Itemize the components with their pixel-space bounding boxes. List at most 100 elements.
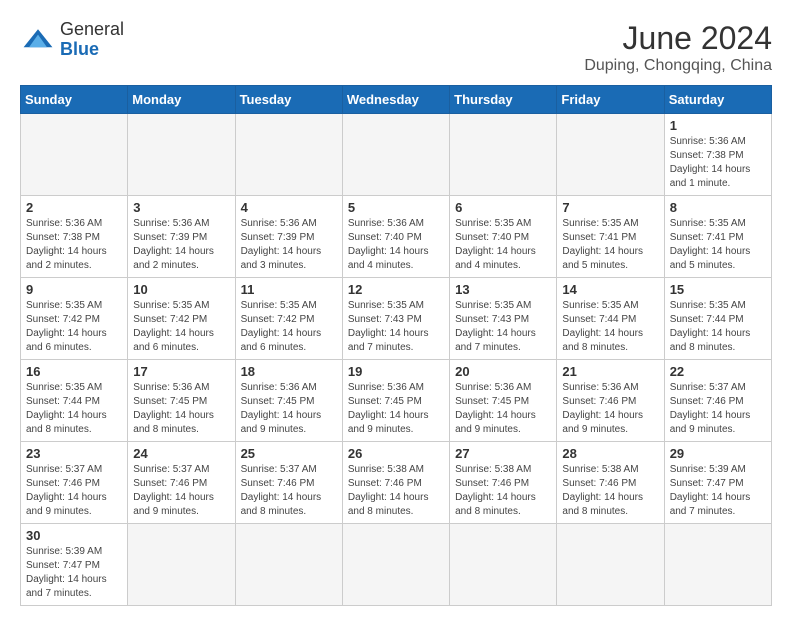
day-info: Sunrise: 5:35 AM Sunset: 7:40 PM Dayligh… bbox=[455, 217, 551, 273]
day-number: 28 bbox=[562, 446, 658, 461]
calendar-cell: 28 Sunrise: 5:38 AM Sunset: 7:46 PM Dayli… bbox=[557, 442, 664, 524]
day-number: 11 bbox=[241, 282, 337, 297]
calendar-cell: 23 Sunrise: 5:37 AM Sunset: 7:46 PM Dayli… bbox=[21, 442, 128, 524]
calendar-cell: 12 Sunrise: 5:35 AM Sunset: 7:43 PM Dayli… bbox=[342, 278, 449, 360]
day-info: Sunrise: 5:35 AM Sunset: 7:44 PM Dayligh… bbox=[670, 299, 766, 355]
day-number: 5 bbox=[348, 200, 444, 215]
logo-general: General bbox=[60, 20, 124, 40]
calendar-cell: 15 Sunrise: 5:35 AM Sunset: 7:44 PM Dayli… bbox=[664, 278, 771, 360]
day-info: Sunrise: 5:36 AM Sunset: 7:45 PM Dayligh… bbox=[241, 381, 337, 437]
day-info: Sunrise: 5:36 AM Sunset: 7:38 PM Dayligh… bbox=[26, 217, 122, 273]
day-info: Sunrise: 5:36 AM Sunset: 7:39 PM Dayligh… bbox=[241, 217, 337, 273]
day-info: Sunrise: 5:35 AM Sunset: 7:42 PM Dayligh… bbox=[133, 299, 229, 355]
calendar-cell: 20Sunrise: 5:36 AM Sunset: 7:45 PM Dayli… bbox=[450, 360, 557, 442]
calendar-cell bbox=[21, 114, 128, 196]
calendar-cell: 26Sunrise: 5:38 AM Sunset: 7:46 PM Dayli… bbox=[342, 442, 449, 524]
weekday-header-tuesday: Tuesday bbox=[235, 86, 342, 114]
day-info: Sunrise: 5:38 AM Sunset: 7:46 PM Dayligh… bbox=[562, 463, 658, 519]
day-info: Sunrise: 5:35 AM Sunset: 7:44 PM Dayligh… bbox=[562, 299, 658, 355]
day-info: Sunrise: 5:35 AM Sunset: 7:43 PM Dayligh… bbox=[348, 299, 444, 355]
calendar-cell bbox=[342, 114, 449, 196]
calendar-cell: 19 Sunrise: 5:36 AM Sunset: 7:45 PM Dayli… bbox=[342, 360, 449, 442]
calendar-row-5: 30Sunrise: 5:39 AM Sunset: 7:47 PM Dayli… bbox=[21, 524, 772, 606]
calendar-cell: 25Sunrise: 5:37 AM Sunset: 7:46 PM Dayli… bbox=[235, 442, 342, 524]
day-info: Sunrise: 5:36 AM Sunset: 7:39 PM Dayligh… bbox=[133, 217, 229, 273]
calendar-cell: 27 Sunrise: 5:38 AM Sunset: 7:46 PM Dayli… bbox=[450, 442, 557, 524]
weekday-header-friday: Friday bbox=[557, 86, 664, 114]
day-info: Sunrise: 5:35 AM Sunset: 7:41 PM Dayligh… bbox=[562, 217, 658, 273]
calendar-cell: 5 Sunrise: 5:36 AM Sunset: 7:40 PM Daylig… bbox=[342, 196, 449, 278]
header: General Blue June 2024 Duping, Chongqing… bbox=[20, 20, 772, 75]
day-number: 8 bbox=[670, 200, 766, 215]
day-number: 10 bbox=[133, 282, 229, 297]
day-number: 7 bbox=[562, 200, 658, 215]
calendar-row-4: 23 Sunrise: 5:37 AM Sunset: 7:46 PM Dayli… bbox=[21, 442, 772, 524]
weekday-header-wednesday: Wednesday bbox=[342, 86, 449, 114]
day-number: 19 bbox=[348, 364, 444, 379]
day-number: 29 bbox=[670, 446, 766, 461]
calendar-cell: 16 Sunrise: 5:35 AM Sunset: 7:44 PM Dayli… bbox=[21, 360, 128, 442]
day-number: 24 bbox=[133, 446, 229, 461]
day-number: 25 bbox=[241, 446, 337, 461]
calendar-cell: 29 Sunrise: 5:39 AM Sunset: 7:47 PM Dayli… bbox=[664, 442, 771, 524]
calendar-cell bbox=[557, 524, 664, 606]
calendar-cell bbox=[235, 524, 342, 606]
day-info: Sunrise: 5:39 AM Sunset: 7:47 PM Dayligh… bbox=[26, 545, 122, 601]
day-number: 20 bbox=[455, 364, 551, 379]
day-info: Sunrise: 5:37 AM Sunset: 7:46 PM Dayligh… bbox=[26, 463, 122, 519]
calendar-cell: 13 Sunrise: 5:35 AM Sunset: 7:43 PM Dayli… bbox=[450, 278, 557, 360]
day-info: Sunrise: 5:36 AM Sunset: 7:46 PM Dayligh… bbox=[562, 381, 658, 437]
weekday-header-thursday: Thursday bbox=[450, 86, 557, 114]
day-info: Sunrise: 5:36 AM Sunset: 7:38 PM Dayligh… bbox=[670, 135, 766, 191]
day-number: 3 bbox=[133, 200, 229, 215]
logo-icon bbox=[20, 22, 56, 58]
calendar-cell: 30Sunrise: 5:39 AM Sunset: 7:47 PM Dayli… bbox=[21, 524, 128, 606]
calendar-row-3: 16 Sunrise: 5:35 AM Sunset: 7:44 PM Dayli… bbox=[21, 360, 772, 442]
day-number: 15 bbox=[670, 282, 766, 297]
day-number: 4 bbox=[241, 200, 337, 215]
day-info: Sunrise: 5:36 AM Sunset: 7:45 PM Dayligh… bbox=[348, 381, 444, 437]
day-number: 16 bbox=[26, 364, 122, 379]
day-info: Sunrise: 5:35 AM Sunset: 7:44 PM Dayligh… bbox=[26, 381, 122, 437]
calendar-cell: 7 Sunrise: 5:35 AM Sunset: 7:41 PM Daylig… bbox=[557, 196, 664, 278]
day-number: 6 bbox=[455, 200, 551, 215]
day-number: 1 bbox=[670, 118, 766, 133]
day-info: Sunrise: 5:35 AM Sunset: 7:42 PM Dayligh… bbox=[241, 299, 337, 355]
day-info: Sunrise: 5:37 AM Sunset: 7:46 PM Dayligh… bbox=[670, 381, 766, 437]
calendar-cell bbox=[664, 524, 771, 606]
weekday-header-monday: Monday bbox=[128, 86, 235, 114]
calendar-cell: 11 Sunrise: 5:35 AM Sunset: 7:42 PM Dayli… bbox=[235, 278, 342, 360]
day-number: 23 bbox=[26, 446, 122, 461]
calendar-row-2: 9 Sunrise: 5:35 AM Sunset: 7:42 PM Daylig… bbox=[21, 278, 772, 360]
day-number: 26 bbox=[348, 446, 444, 461]
calendar-cell bbox=[557, 114, 664, 196]
calendar-cell: 2Sunrise: 5:36 AM Sunset: 7:38 PM Daylig… bbox=[21, 196, 128, 278]
calendar-cell: 24 Sunrise: 5:37 AM Sunset: 7:46 PM Dayli… bbox=[128, 442, 235, 524]
day-number: 13 bbox=[455, 282, 551, 297]
logo: General Blue bbox=[20, 20, 124, 60]
day-info: Sunrise: 5:39 AM Sunset: 7:47 PM Dayligh… bbox=[670, 463, 766, 519]
calendar-cell: 14Sunrise: 5:35 AM Sunset: 7:44 PM Dayli… bbox=[557, 278, 664, 360]
calendar-row-1: 2Sunrise: 5:36 AM Sunset: 7:38 PM Daylig… bbox=[21, 196, 772, 278]
location-subtitle: Duping, Chongqing, China bbox=[584, 57, 772, 75]
day-number: 22 bbox=[670, 364, 766, 379]
month-year-title: June 2024 bbox=[584, 20, 772, 57]
day-number: 12 bbox=[348, 282, 444, 297]
calendar-cell: 22 Sunrise: 5:37 AM Sunset: 7:46 PM Dayli… bbox=[664, 360, 771, 442]
calendar-cell: 9Sunrise: 5:35 AM Sunset: 7:42 PM Daylig… bbox=[21, 278, 128, 360]
day-info: Sunrise: 5:38 AM Sunset: 7:46 PM Dayligh… bbox=[455, 463, 551, 519]
calendar-cell: 8Sunrise: 5:35 AM Sunset: 7:41 PM Daylig… bbox=[664, 196, 771, 278]
day-number: 27 bbox=[455, 446, 551, 461]
calendar-cell bbox=[128, 524, 235, 606]
calendar-cell bbox=[342, 524, 449, 606]
day-number: 17 bbox=[133, 364, 229, 379]
day-info: Sunrise: 5:35 AM Sunset: 7:43 PM Dayligh… bbox=[455, 299, 551, 355]
day-number: 9 bbox=[26, 282, 122, 297]
day-info: Sunrise: 5:36 AM Sunset: 7:40 PM Dayligh… bbox=[348, 217, 444, 273]
calendar-cell bbox=[128, 114, 235, 196]
day-info: Sunrise: 5:37 AM Sunset: 7:46 PM Dayligh… bbox=[133, 463, 229, 519]
calendar-cell bbox=[450, 114, 557, 196]
calendar-table: SundayMondayTuesdayWednesdayThursdayFrid… bbox=[20, 85, 772, 606]
calendar-cell: 4 Sunrise: 5:36 AM Sunset: 7:39 PM Daylig… bbox=[235, 196, 342, 278]
calendar-cell: 6 Sunrise: 5:35 AM Sunset: 7:40 PM Daylig… bbox=[450, 196, 557, 278]
